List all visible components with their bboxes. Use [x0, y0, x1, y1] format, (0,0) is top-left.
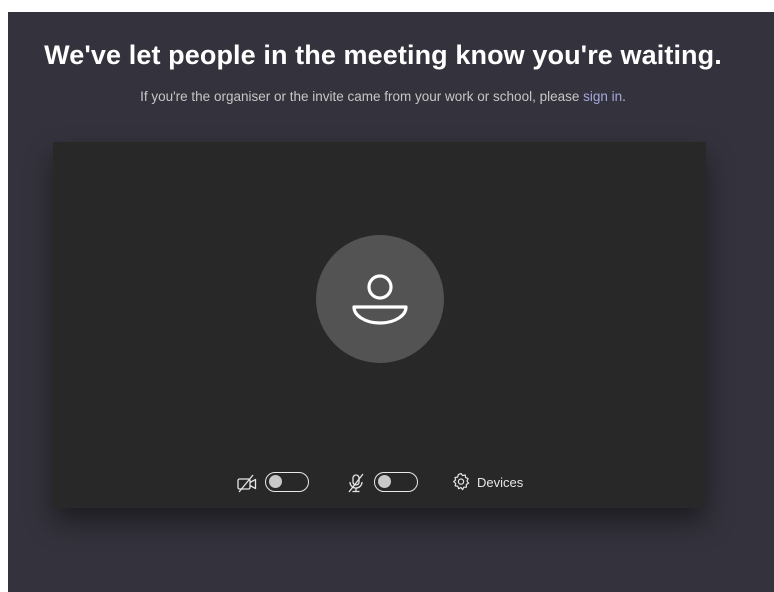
person-icon	[352, 274, 408, 325]
subtitle-text: If you're the organiser or the invite ca…	[140, 89, 584, 104]
gear-icon	[453, 472, 470, 491]
pre-join-screen: We've let people in the meeting know you…	[8, 12, 774, 592]
page-title: We've let people in the meeting know you…	[44, 40, 722, 70]
page-subtitle: If you're the organiser or the invite ca…	[8, 89, 758, 104]
devices-label: Devices	[477, 475, 524, 490]
sign-in-link[interactable]: sign in	[583, 89, 622, 104]
avatar	[316, 235, 444, 363]
microphone-toggle[interactable]	[374, 472, 418, 492]
video-preview: Devices	[53, 142, 706, 508]
camera-off-icon	[237, 474, 257, 493]
mic-off-icon	[348, 473, 364, 493]
media-controls: Devices	[53, 470, 706, 496]
microphone-toggle-knob	[378, 475, 391, 488]
subtitle-period: .	[622, 89, 626, 104]
camera-toggle-knob	[269, 475, 282, 488]
camera-toggle[interactable]	[265, 472, 309, 492]
